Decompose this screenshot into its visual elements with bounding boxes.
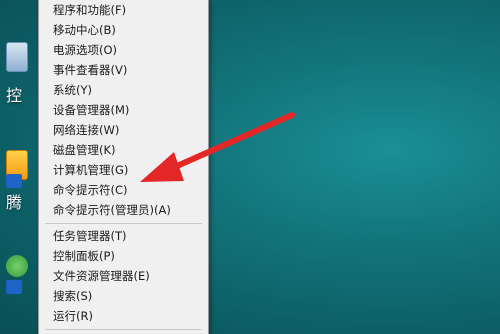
desktop: 控 腾 程序和功能(F) 移动中心(B) 电源选项(O) 事件查看器(V) 系统… <box>0 0 500 334</box>
red-arrow-icon <box>140 112 295 182</box>
